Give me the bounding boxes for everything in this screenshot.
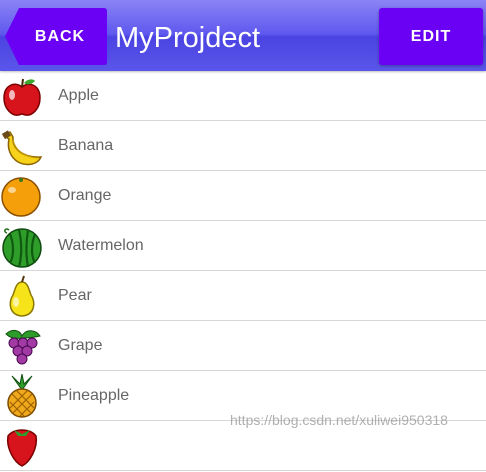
watermelon-icon [0, 224, 44, 268]
orange-icon [0, 174, 44, 218]
list-item[interactable] [0, 421, 486, 471]
fruit-label: Pear [58, 287, 92, 304]
edit-button[interactable]: EDIT [379, 8, 483, 65]
list-item[interactable]: Orange [0, 171, 486, 221]
list-item[interactable]: Grape [0, 321, 486, 371]
title-bar: BACK MyProjdect EDIT [0, 0, 486, 71]
pineapple-icon [0, 373, 44, 418]
fruit-label: Watermelon [58, 237, 144, 254]
page-title: MyProjdect [115, 22, 261, 54]
list-item[interactable]: Pear [0, 271, 486, 321]
list-item[interactable]: Apple [0, 71, 486, 121]
strawberry-icon [0, 424, 44, 468]
fruit-label: Banana [58, 137, 114, 154]
apple-icon [0, 74, 44, 118]
fruit-label: Apple [58, 87, 99, 104]
fruit-label: Orange [58, 187, 112, 204]
watermark: https://blog.csdn.net/xuliwei950318 [230, 412, 448, 428]
grape-icon [0, 324, 44, 368]
fruit-label: Pineapple [58, 387, 130, 404]
fruit-list: Apple Banana Orange Watermelon Pear Grap… [0, 71, 486, 471]
list-item[interactable]: Watermelon [0, 221, 486, 271]
back-button[interactable]: BACK [5, 8, 107, 65]
pear-icon [0, 274, 44, 318]
list-item[interactable]: Banana [0, 121, 486, 171]
fruit-label: Grape [58, 337, 103, 354]
banana-icon [0, 124, 44, 168]
